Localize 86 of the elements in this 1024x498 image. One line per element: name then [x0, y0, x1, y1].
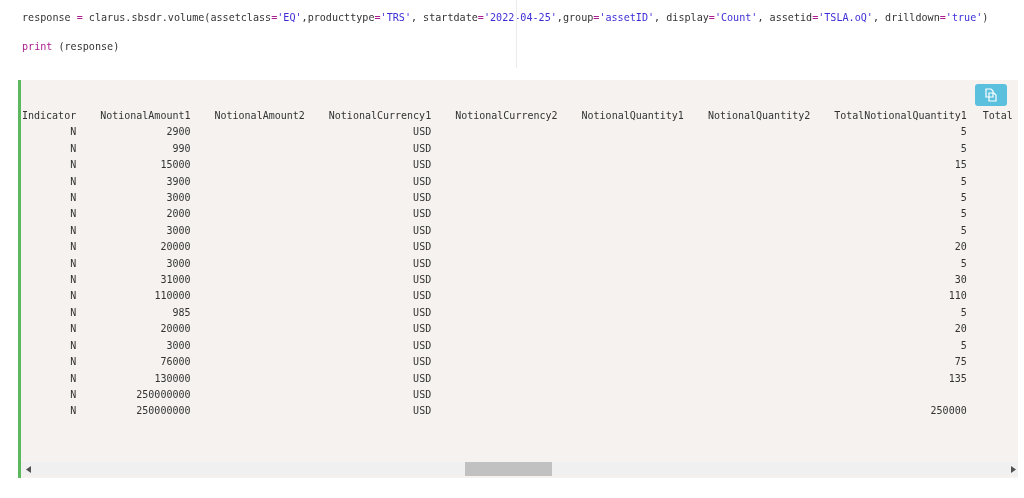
table-cell: USD [413, 306, 432, 318]
table-cell: N [70, 224, 77, 236]
table-cell: 5 [960, 175, 967, 187]
table-cell: 110000 [154, 290, 191, 302]
column-header: NotionalCurrency1 [328, 110, 432, 121]
left-arrow-icon[interactable] [26, 465, 31, 473]
table-cell: USD [413, 159, 432, 171]
table-cell: USD [413, 372, 432, 384]
table-cell: N [70, 159, 77, 171]
table-cell: 31000 [160, 274, 191, 286]
table-cell: USD [413, 142, 432, 154]
copy-icon [984, 88, 998, 102]
table-cell: 3000 [166, 224, 191, 236]
code-line: print (response) [22, 40, 121, 54]
table-cell: 75 [954, 356, 967, 368]
table-cell: N [70, 405, 77, 417]
table-cell: N [70, 323, 77, 335]
column-header: NotionalQuantity1 [581, 110, 684, 121]
column-header: Indicator [22, 110, 77, 121]
table-cell: 76000 [160, 356, 191, 368]
table-cell: USD [413, 323, 432, 335]
table-cell: N [70, 142, 77, 154]
column-header: Total [982, 110, 1013, 121]
table-cell: N [70, 306, 77, 318]
table-cell: 20 [954, 323, 967, 335]
table-cell: 130000 [154, 372, 191, 384]
table-cell: 3000 [166, 257, 191, 269]
table-cell: 250000000 [136, 388, 191, 400]
table-cell: N [70, 257, 77, 269]
table-cell: 5 [960, 142, 967, 154]
table-cell: 30 [954, 274, 967, 286]
table-cell: 5 [960, 306, 967, 318]
table-cell: N [70, 372, 77, 384]
column-header: TotalNotionalQuantity1 [834, 110, 967, 121]
column-header: NotionalAmount2 [214, 110, 305, 121]
table-cell: USD [413, 175, 432, 187]
table-cell: 2000 [166, 208, 191, 220]
table-cell: 20000 [160, 241, 191, 253]
table-cell: 990 [172, 142, 191, 154]
table-cell: N [70, 388, 77, 400]
table-cell: USD [413, 224, 432, 236]
table-cell: USD [413, 356, 432, 368]
table-cell: N [70, 192, 77, 204]
table-cell: USD [413, 274, 432, 286]
table-cell: N [70, 290, 77, 302]
table-cell: 250000000 [136, 405, 191, 417]
table-cell: N [70, 126, 77, 138]
table-cell: 15000 [160, 159, 191, 171]
table-cell: 5 [960, 224, 967, 236]
table-cell: USD [413, 241, 432, 253]
table-cell: USD [413, 405, 432, 417]
table-cell: N [70, 241, 77, 253]
table-cell: 3900 [166, 175, 191, 187]
table-cell: 2900 [166, 126, 191, 138]
table-cell: 15 [954, 159, 967, 171]
table-cell: 985 [172, 306, 191, 318]
table-cell: N [70, 175, 77, 187]
column-header: NotionalCurrency2 [455, 110, 558, 121]
table-cell: N [70, 339, 77, 351]
table-cell: USD [413, 192, 432, 204]
table-cell: USD [413, 290, 432, 302]
table-cell: 110 [948, 290, 967, 302]
table-cell: 250000 [930, 405, 967, 417]
table-cell: USD [413, 208, 432, 220]
table-cell: 3000 [166, 339, 191, 351]
table-cell: 5 [960, 257, 967, 269]
code-line: response = clarus.sbsdr.volume(assetclass='EQ',producttype='TRS', startdate='2022-04-25',group='assetID', display='Count', assetid='TSLA.oQ', drilldown='true') [22, 11, 990, 25]
table-cell: 5 [960, 192, 967, 204]
table-cell: 20 [954, 241, 967, 253]
table-cell: USD [413, 339, 432, 351]
table-cell: 5 [960, 208, 967, 220]
table-cell: USD [413, 388, 432, 400]
table-cell: N [70, 208, 77, 220]
table-cell: 5 [960, 339, 967, 351]
table-cell: 3000 [166, 192, 191, 204]
table-cell: N [70, 356, 77, 368]
table-cell: 135 [948, 372, 967, 384]
column-header: NotionalQuantity2 [707, 110, 811, 121]
scrollbar-thumb[interactable] [465, 462, 552, 476]
column-header: NotionalAmount1 [100, 110, 191, 121]
table-cell: N [70, 274, 77, 286]
table-cell: 20000 [160, 323, 191, 335]
table-cell: USD [413, 126, 432, 138]
table-cell: 5 [960, 126, 967, 138]
right-arrow-icon[interactable] [1011, 465, 1016, 473]
table-cell: USD [413, 257, 432, 269]
